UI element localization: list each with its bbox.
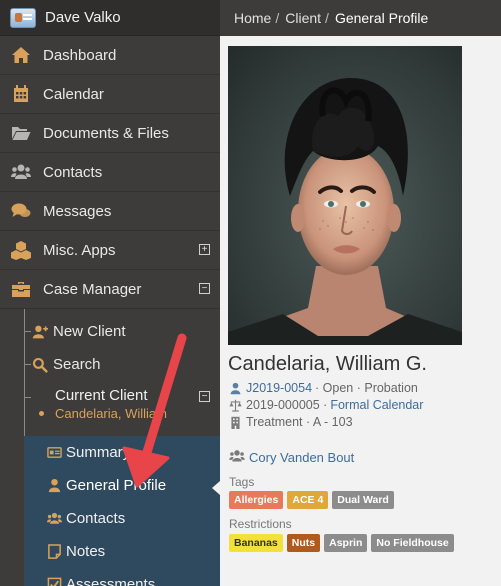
case-manager-submenu: New Client Search Current Client − Cande… [0, 309, 220, 439]
breadcrumb: Home / Client / General Profile [220, 0, 501, 36]
tags-label: Tags [229, 475, 255, 489]
location-text: Treatment · A - 103 [246, 415, 353, 429]
client-menu-contacts[interactable]: Contacts [24, 502, 220, 535]
breadcrumb-current: General Profile [334, 10, 429, 26]
case-info: J2019-0054 · Open · Probation [229, 381, 418, 395]
restriction-badge[interactable]: Nuts [286, 534, 321, 552]
home-icon [10, 44, 32, 66]
note-icon [46, 544, 62, 560]
location-info: Treatment · A - 103 [229, 415, 353, 429]
restriction-badge[interactable]: No Fieldhouse [371, 534, 454, 552]
submenu-search[interactable]: Search [0, 348, 220, 381]
client-name: Candelaria, William G. [228, 353, 427, 375]
user-name: Dave Valko [45, 9, 121, 26]
client-menu: Summary General Profile Contacts Notes A… [24, 436, 220, 586]
balance-scale-icon [229, 399, 242, 412]
breadcrumb-home[interactable]: Home [234, 10, 271, 26]
court-info: 2019-000005 · Formal Calendar [229, 398, 423, 412]
breadcrumb-separator: / [275, 10, 280, 26]
restriction-badge[interactable]: Bananas [229, 534, 283, 552]
restriction-badge[interactable]: Asprin [324, 534, 368, 552]
sidebar-item-label: Calendar [43, 85, 104, 103]
user-icon [46, 478, 62, 494]
breadcrumb-separator: / [325, 10, 329, 26]
sidebar-item-calendar[interactable]: Calendar [0, 75, 220, 114]
court-id: 2019-000005 · [246, 398, 328, 412]
client-menu-notes[interactable]: Notes [24, 535, 220, 568]
breadcrumb-client[interactable]: Client [285, 10, 321, 26]
user-plus-icon [32, 324, 48, 340]
client-menu-label: Assessments [66, 576, 156, 586]
tags-list: Allergies ACE 4 Dual Ward [229, 491, 394, 509]
client-menu-assessments[interactable]: Assessments [24, 568, 220, 586]
portrait-illustration [228, 77, 462, 345]
restrictions-list: Bananas Nuts Asprin No Fieldhouse [229, 534, 454, 552]
sidebar-item-label: Documents & Files [43, 124, 169, 142]
collapse-toggle[interactable]: − [199, 391, 210, 402]
client-photo[interactable] [228, 46, 462, 345]
folder-open-icon [10, 122, 32, 144]
sidebar-item-contacts[interactable]: Contacts [0, 153, 220, 192]
client-menu-label: Contacts [66, 510, 126, 527]
case-id-link[interactable]: J2019-0054 [246, 381, 312, 395]
chat-icon [10, 200, 32, 222]
briefcase-icon [10, 278, 32, 300]
case-status: · Open · Probation [315, 381, 418, 395]
active-item-pointer [212, 481, 220, 495]
users-icon [229, 449, 249, 466]
sidebar-item-messages[interactable]: Messages [0, 192, 220, 231]
sidebar-item-label: Contacts [43, 163, 103, 181]
current-client-name: Candelaria, William [55, 406, 167, 421]
collapse-toggle[interactable]: − [199, 283, 210, 294]
sidebar-item-label: Case Manager [43, 280, 142, 298]
bullet-icon [39, 411, 44, 416]
submenu-new-client[interactable]: New Client [0, 315, 220, 348]
counselor[interactable]: Cory Vanden Bout [229, 449, 354, 466]
sidebar-item-label: Dashboard [43, 46, 117, 64]
main-content: Home / Client / General Profile Candelar… [220, 0, 501, 586]
expand-toggle[interactable]: + [199, 244, 210, 255]
client-menu-label: Summary [66, 444, 131, 461]
submenu-label: Search [53, 356, 101, 373]
calendar-icon [10, 83, 32, 105]
sidebar-item-documents[interactable]: Documents & Files [0, 114, 220, 153]
counselor-name[interactable]: Cory Vanden Bout [249, 450, 354, 465]
sidebar-item-label: Messages [43, 202, 112, 220]
submenu-label: New Client [53, 323, 126, 340]
client-menu-summary[interactable]: Summary [24, 436, 220, 469]
client-menu-general-profile[interactable]: General Profile [24, 469, 220, 502]
sidebar-item-dashboard[interactable]: Dashboard [0, 36, 220, 75]
current-client-name-row: Candelaria, William [39, 406, 220, 421]
cubes-icon [10, 239, 32, 261]
client-menu-label: Notes [66, 543, 106, 560]
current-client-title: Current Client [55, 387, 148, 404]
users-icon [10, 161, 32, 183]
checkbox-icon [46, 577, 62, 586]
client-menu-label: General Profile [66, 477, 167, 494]
court-calendar-link[interactable]: Formal Calendar [330, 398, 423, 412]
user-header[interactable]: Dave Valko [0, 0, 220, 36]
users-icon [46, 511, 62, 527]
sidebar: Dave Valko Dashboard Calendar Documents … [0, 0, 220, 586]
tag-badge[interactable]: Allergies [229, 491, 284, 509]
building-icon [229, 416, 242, 429]
current-client-group[interactable]: Current Client − Candelaria, William [0, 381, 220, 429]
user-icon [229, 382, 242, 395]
user-card-icon [10, 7, 36, 28]
sidebar-item-label: Misc. Apps [43, 241, 116, 259]
tag-badge[interactable]: Dual Ward [332, 491, 394, 509]
restrictions-label: Restrictions [229, 517, 292, 531]
sidebar-item-case-manager[interactable]: Case Manager − [0, 270, 220, 309]
id-card-icon [46, 445, 62, 461]
search-icon [32, 357, 48, 373]
sidebar-item-misc-apps[interactable]: Misc. Apps + [0, 231, 220, 270]
tag-badge[interactable]: ACE 4 [287, 491, 329, 509]
